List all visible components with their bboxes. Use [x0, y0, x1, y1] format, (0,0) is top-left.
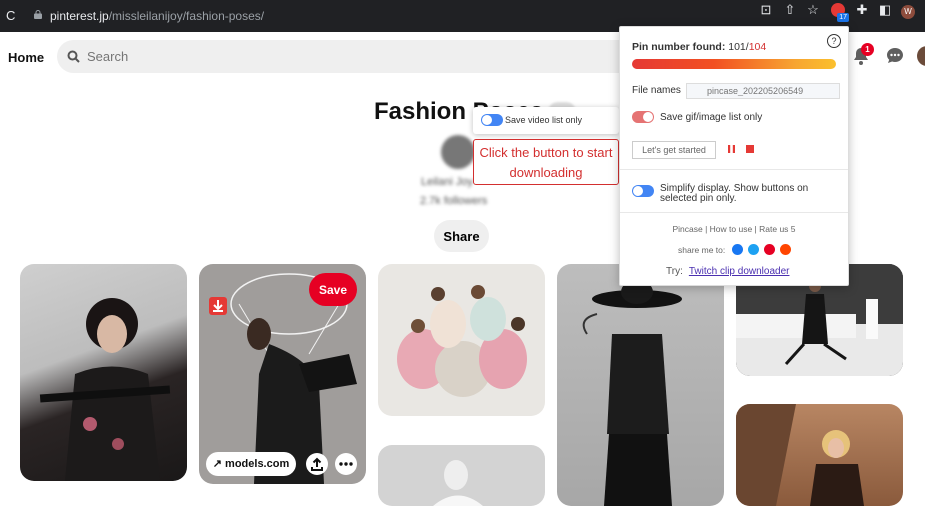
pin-source-link[interactable]: ↗ models.com — [206, 452, 296, 476]
reddit-icon[interactable] — [780, 244, 791, 255]
user-avatar[interactable] — [917, 46, 925, 66]
share-page-icon[interactable]: ⇧ — [781, 0, 799, 20]
pin-image[interactable] — [557, 264, 724, 506]
pinterest-icon[interactable] — [764, 244, 775, 255]
simplify-display-label: Simplify display. Show buttons on select… — [660, 183, 809, 204]
try-label: Try: — [666, 266, 683, 277]
pin-count: Pin number found: 101/104 — [632, 41, 766, 53]
upload-icon[interactable] — [306, 453, 328, 475]
owner-avatar[interactable] — [441, 135, 475, 169]
reload-icon[interactable]: C — [6, 8, 15, 23]
progress-bar — [632, 59, 836, 69]
search-bar[interactable] — [57, 40, 657, 73]
divider — [620, 169, 848, 170]
how-to-use-link[interactable]: How to use — [710, 224, 753, 234]
owner-name[interactable]: Leilani Joy — [421, 176, 473, 188]
twitter-icon[interactable] — [748, 244, 759, 255]
pin-image[interactable] — [20, 264, 187, 481]
facebook-icon[interactable] — [732, 244, 743, 255]
save-video-tooltip: Save video list only — [473, 107, 619, 134]
pin-number-label: Pin number found: — [632, 41, 726, 53]
download-icon[interactable] — [209, 297, 227, 315]
pin-image[interactable] — [736, 404, 903, 506]
extensions-puzzle-icon[interactable]: ✚ — [853, 0, 871, 20]
rate-us-link[interactable]: Rate us 5 — [759, 224, 795, 234]
more-options-icon[interactable] — [335, 453, 357, 475]
search-icon — [67, 50, 80, 63]
save-button[interactable]: Save — [309, 273, 357, 306]
simplify-display-toggle[interactable] — [632, 185, 654, 197]
download-hint-tooltip: Click the button to start downloading — [473, 139, 619, 185]
url-domain: pinterest.jp — [50, 9, 109, 23]
profile-avatar[interactable]: W — [899, 0, 917, 20]
pincase-link[interactable]: Pincase — [672, 224, 702, 234]
pause-icon[interactable] — [728, 145, 735, 153]
extension-badge: 17 — [837, 13, 849, 22]
pin-source-label: models.com — [225, 458, 290, 470]
notification-badge: 1 — [861, 43, 874, 56]
twitch-clip-downloader-link[interactable]: Twitch clip downloader — [689, 266, 790, 277]
start-download-button[interactable]: Let's get started — [632, 141, 716, 159]
pin-photo — [39, 298, 171, 481]
file-names-input[interactable] — [686, 83, 840, 99]
side-panel-icon[interactable]: ◧ — [876, 0, 894, 20]
pincase-popup: Pin number found: 101/104 ? File names S… — [619, 26, 849, 286]
save-video-label: Save video list only — [505, 115, 583, 125]
bookmark-star-icon[interactable]: ☆ — [804, 0, 822, 20]
save-gif-label: Save gif/image list only — [660, 112, 763, 123]
pincase-extension-icon[interactable]: 17 — [829, 0, 849, 22]
messages-icon[interactable] — [885, 46, 905, 66]
save-gif-toggle[interactable] — [632, 111, 654, 123]
install-app-icon[interactable]: ⊡ — [757, 0, 775, 20]
footer-links: Pincase | How to use | Rate us 5 — [672, 224, 796, 234]
pin-photo — [433, 460, 483, 506]
try-row: Try: Twitch clip downloader — [666, 266, 789, 277]
profile-initial: W — [901, 5, 915, 19]
help-icon[interactable]: ? — [827, 34, 841, 48]
arrow-out-icon: ↗ — [212, 458, 226, 470]
follower-count: 2.7k followers — [420, 195, 488, 207]
pins-total: 104 — [748, 41, 767, 53]
lock-icon — [34, 10, 42, 19]
pin-photo — [397, 285, 527, 397]
stop-icon[interactable] — [746, 145, 754, 153]
search-input[interactable] — [85, 48, 389, 65]
divider — [620, 212, 848, 213]
pins-found: 101 — [728, 41, 746, 53]
pin-image[interactable] — [378, 264, 545, 416]
share-me-label: share me to: — [678, 245, 726, 255]
pin-photo — [736, 404, 864, 506]
pin-image[interactable] — [378, 445, 545, 506]
url-path: /missleilanijoy/fashion-poses/ — [108, 9, 265, 23]
share-button[interactable]: Share — [434, 220, 489, 252]
home-link[interactable]: Home — [8, 50, 44, 65]
save-video-toggle[interactable] — [481, 114, 503, 126]
pin-photo — [582, 280, 682, 506]
file-names-label: File names — [632, 85, 681, 96]
address-bar[interactable]: pinterest.jp/missleilanijoy/fashion-pose… — [50, 9, 264, 23]
